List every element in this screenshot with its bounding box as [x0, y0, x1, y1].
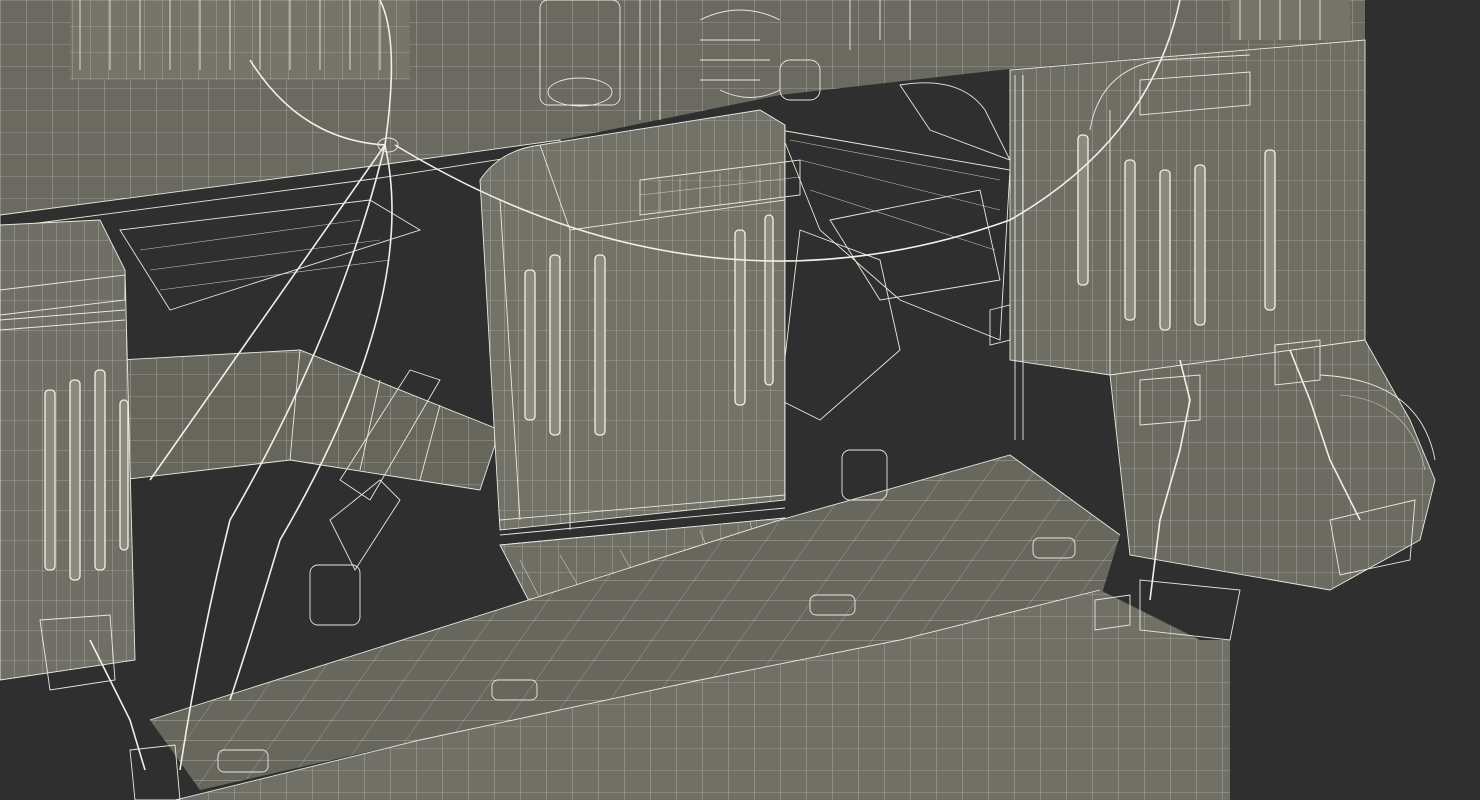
foreground-right-background [1230, 640, 1480, 800]
left-column [0, 219, 136, 681]
platform-wireframe-render [0, 0, 1480, 800]
render-viewport [0, 0, 1480, 800]
